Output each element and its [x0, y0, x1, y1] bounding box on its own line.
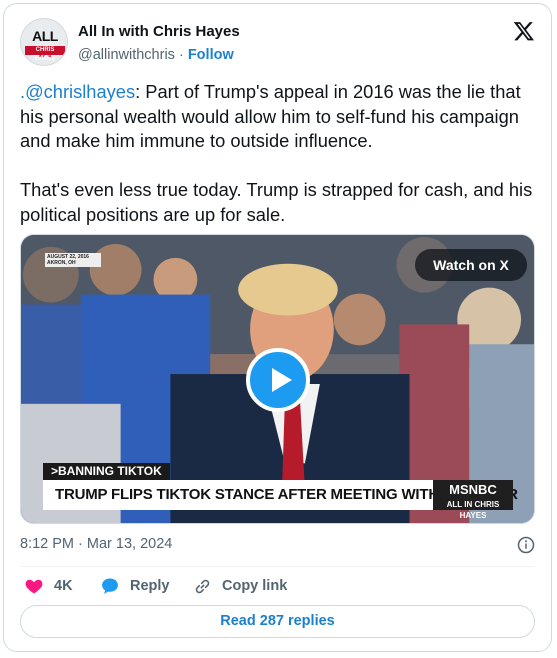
- divider: [20, 566, 535, 567]
- show-logo: ALL IN CHRIS HAYES: [433, 499, 513, 520]
- copy-link-label: Copy link: [222, 578, 288, 594]
- author-handle-row: @allinwithchris · Follow: [78, 47, 234, 63]
- avatar-logo-subtext: CHRIS HAYES: [25, 46, 65, 62]
- post-header: ALL IN CHRIS HAYES All In with Chris Hay…: [20, 18, 535, 66]
- lower-third-headline: TRUMP FLIPS TIKTOK STANCE AFTER MEETING …: [43, 480, 518, 510]
- reply-bubble-icon: [102, 578, 118, 594]
- copy-link-button[interactable]: Copy link: [193, 572, 287, 600]
- info-icon[interactable]: [517, 536, 535, 554]
- follow-link[interactable]: Follow: [188, 47, 234, 63]
- lower-third-tag: >BANNING TIKTOK: [43, 463, 170, 480]
- embedded-post-card: ALL IN CHRIS HAYES All In with Chris Hay…: [3, 3, 552, 652]
- separator: ·: [178, 47, 184, 63]
- post-paragraph-1: .@chrislhayes: Part of Trump's appeal in…: [20, 81, 521, 151]
- action-bar: 4K Reply Copy link: [20, 572, 535, 600]
- reply-button[interactable]: Reply: [100, 572, 170, 600]
- watch-on-x-button[interactable]: Watch on X: [415, 249, 527, 281]
- post-timestamp[interactable]: 8:12 PM · Mar 13, 2024: [20, 536, 172, 552]
- post-text: .@chrislhayes: Part of Trump's appeal in…: [20, 80, 535, 227]
- post-paragraph-2: That's even less true today. Trump is st…: [20, 179, 533, 225]
- network-logo: MSNBC: [433, 480, 513, 499]
- x-logo-icon[interactable]: [513, 20, 535, 42]
- read-replies-button[interactable]: Read 287 replies: [20, 605, 535, 638]
- video-player[interactable]: AUGUST 22, 2016 AKRON, OH Watch on X >BAN…: [20, 234, 535, 524]
- reply-label: Reply: [130, 578, 170, 594]
- play-icon: [272, 368, 292, 392]
- like-button[interactable]: 4K: [24, 572, 73, 600]
- author-name[interactable]: All In with Chris Hayes: [78, 23, 240, 40]
- avatar[interactable]: ALL IN CHRIS HAYES: [20, 18, 68, 66]
- date-location-tag: AUGUST 22, 2016 AKRON, OH: [45, 253, 101, 267]
- heart-icon: [25, 579, 43, 594]
- link-icon: [195, 579, 210, 593]
- author-handle[interactable]: @allinwithchris: [78, 47, 175, 63]
- like-count: 4K: [54, 578, 73, 594]
- play-button[interactable]: [246, 348, 310, 412]
- mention-link[interactable]: .@chrislhayes: [20, 81, 135, 102]
